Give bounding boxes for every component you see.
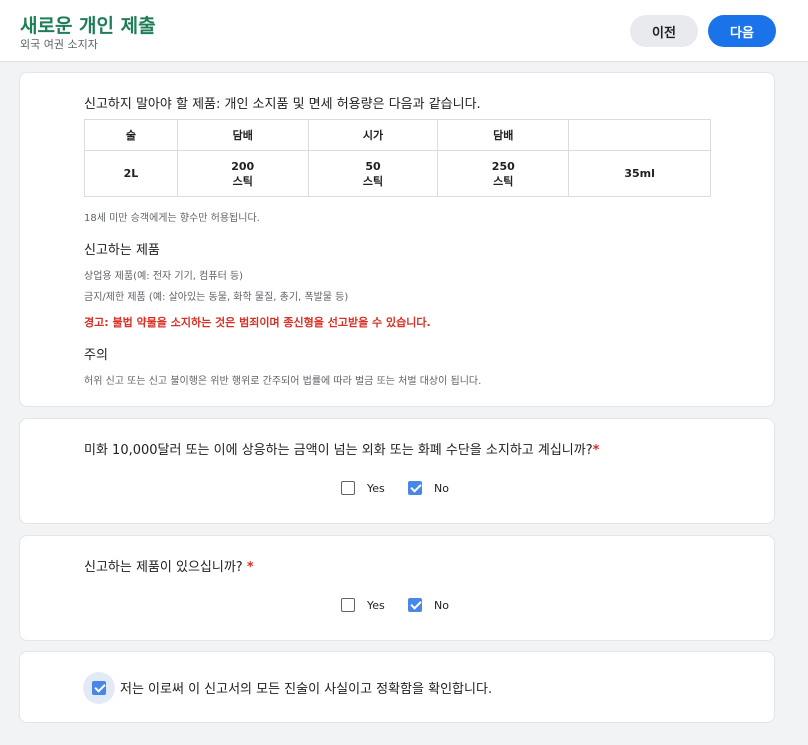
cell-unit: 스틱 — [362, 174, 384, 188]
required-mark: * — [592, 443, 600, 458]
declare-item: 상업용 제품(예: 전자 기기, 컴퓨터 등) — [84, 271, 244, 282]
cell-value: 200 — [231, 159, 255, 173]
age-note: 18세 미만 승객에게는 향수만 허용됩니다. — [84, 213, 260, 224]
confirm-checkbox-wrap[interactable] — [83, 672, 115, 704]
confirm-label[interactable]: 저는 이로써 이 신고서의 모든 진술이 사실이고 정확함을 확인합니다. — [120, 678, 492, 697]
no-checkbox[interactable] — [408, 481, 422, 495]
warning-text: 경고: 불법 약물을 소지하는 것은 범죄이며 종신형을 선고받을 수 있습니다… — [84, 316, 431, 329]
question-label: 미화 10,000달러 또는 이에 상응하는 금액이 넘는 외화 또는 화폐 수… — [84, 443, 593, 458]
allowance-table: 술 담배 시가 담배 2L 200 스틱 50 스틱 250 스틱 35ml — [84, 119, 711, 197]
yes-option[interactable]: Yes — [341, 481, 385, 495]
table-header-row: 술 담배 시가 담배 — [84, 119, 711, 151]
table-cell: 2L — [84, 150, 178, 197]
cell-unit: 스틱 — [232, 174, 253, 188]
declare-item: 금지/제한 제품 (예: 살아있는 동물, 화학 물질, 총기, 폭발물 등) — [84, 292, 349, 303]
table-cell: 50 스틱 — [307, 150, 439, 197]
no-option[interactable]: No — [408, 481, 449, 495]
no-label: No — [434, 598, 449, 612]
previous-button[interactable]: 이전 — [630, 15, 698, 47]
page-header: 새로운 개인 제출 외국 여권 소지자 이전 다음 — [0, 0, 808, 62]
allowance-intro: 신고하지 말아야 할 제품: 개인 소지품 및 면세 허용량은 다음과 같습니다… — [84, 97, 481, 112]
table-cell: 250 스틱 — [437, 150, 570, 197]
yes-label: Yes — [367, 598, 385, 612]
table-header-cell — [568, 119, 711, 151]
table-header-cell: 시가 — [307, 119, 439, 151]
confirm-checkbox[interactable] — [92, 681, 106, 695]
no-option[interactable]: No — [408, 598, 449, 612]
table-header-cell: 술 — [84, 119, 178, 151]
table-header-cell: 담배 — [176, 119, 309, 151]
cell-value: 50 — [365, 159, 381, 173]
info-card: 신고하지 말아야 할 제품: 개인 소지품 및 면세 허용량은 다음과 같습니다… — [19, 72, 775, 407]
goods-question-card: 신고하는 제품이 있으십니까? * Yes No — [19, 535, 775, 641]
yes-checkbox[interactable] — [341, 598, 355, 612]
no-checkbox[interactable] — [408, 598, 422, 612]
currency-question-card: 미화 10,000달러 또는 이에 상응하는 금액이 넘는 외화 또는 화폐 수… — [19, 418, 775, 524]
declare-heading: 신고하는 제품 — [84, 243, 160, 258]
table-cell: 200 스틱 — [176, 150, 309, 197]
caution-heading: 주의 — [84, 348, 108, 363]
cell-value: 2L — [123, 167, 139, 180]
page-title: 새로운 개인 제출 — [20, 15, 156, 37]
cell-unit: 스틱 — [493, 174, 514, 188]
yes-checkbox[interactable] — [341, 481, 355, 495]
yes-option[interactable]: Yes — [341, 598, 385, 612]
cell-value: 250 — [491, 159, 515, 173]
no-label: No — [434, 481, 449, 495]
question-text: 미화 10,000달러 또는 이에 상응하는 금액이 넘는 외화 또는 화폐 수… — [84, 439, 599, 458]
cell-value: 35ml — [624, 167, 655, 180]
table-row: 2L 200 스틱 50 스틱 250 스틱 35ml — [84, 150, 711, 197]
required-mark: * — [246, 560, 254, 575]
confirmation-card: 저는 이로써 이 신고서의 모든 진술이 사실이고 정확함을 확인합니다. — [19, 651, 775, 723]
page-subtitle: 외국 여권 소지자 — [20, 38, 98, 51]
question-text: 신고하는 제품이 있으십니까? * — [84, 556, 254, 575]
table-cell: 35ml — [568, 150, 711, 197]
yes-label: Yes — [367, 481, 385, 495]
question-label: 신고하는 제품이 있으십니까? — [84, 560, 243, 575]
table-header-cell: 담배 — [437, 119, 570, 151]
next-button[interactable]: 다음 — [708, 15, 776, 47]
caution-text: 허위 신고 또는 신고 불이행은 위반 행위로 간주되어 법률에 따라 벌금 또… — [84, 376, 482, 387]
